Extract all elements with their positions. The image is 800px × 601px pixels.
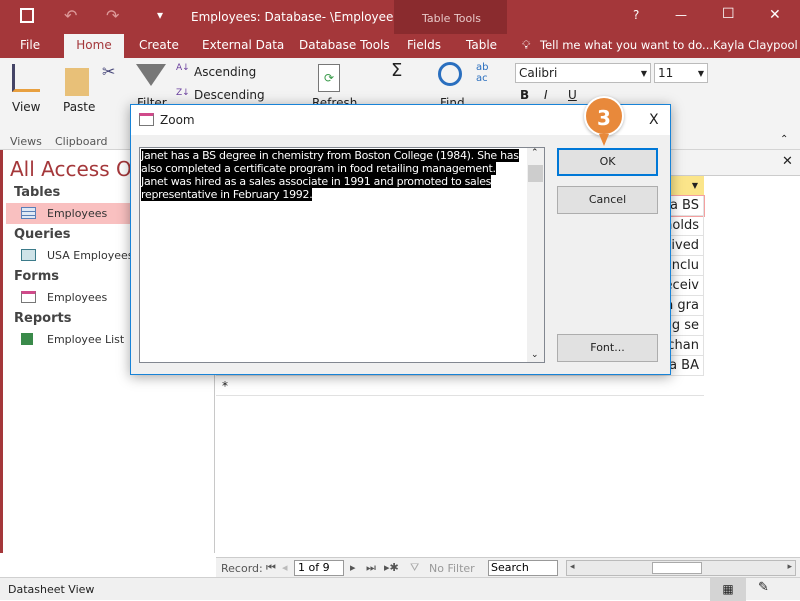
search-placeholder: Search bbox=[491, 561, 529, 574]
sort-ascending-icon: A↓ bbox=[176, 63, 190, 73]
font-button[interactable]: Font... bbox=[557, 334, 658, 362]
zoom-text-area[interactable]: Janet has a BS degree in chemistry from … bbox=[139, 147, 545, 363]
redo-icon[interactable]: ↷ bbox=[106, 6, 119, 25]
descending-button[interactable]: Descending bbox=[194, 88, 265, 102]
clipboard-group-label: Clipboard bbox=[55, 135, 108, 148]
zoom-dialog: Zoom X Janet has a BS degree in chemistr… bbox=[130, 104, 671, 375]
font-size-value: 11 bbox=[658, 66, 674, 80]
previous-record-button[interactable]: ◂ bbox=[282, 561, 288, 574]
tab-external-data[interactable]: External Data bbox=[202, 38, 284, 52]
sort-descending-icon: Z↓ bbox=[176, 88, 190, 98]
next-record-button[interactable]: ▸ bbox=[350, 561, 356, 574]
scroll-right-icon[interactable]: ▸ bbox=[787, 562, 792, 572]
hscroll-thumb[interactable] bbox=[652, 562, 702, 574]
help-button[interactable]: ? bbox=[633, 8, 639, 22]
nav-section-queries[interactable]: Queries bbox=[14, 227, 71, 242]
tab-home[interactable]: Home bbox=[64, 34, 124, 58]
collapse-ribbon-icon[interactable]: ⌃ bbox=[780, 134, 788, 145]
status-text: Datasheet View bbox=[8, 583, 95, 596]
underline-button[interactable]: U bbox=[568, 88, 577, 102]
form-icon bbox=[139, 113, 154, 126]
record-position: 1 of 9 bbox=[298, 561, 330, 574]
selected-text: Janet has a BS degree in chemistry from … bbox=[141, 149, 519, 201]
window-title: Employees: Database- \Employees... bbox=[191, 10, 412, 24]
step-callout-badge: 3 bbox=[584, 96, 624, 136]
nav-item-label: Employees bbox=[47, 207, 108, 220]
search-input[interactable]: Search bbox=[488, 560, 558, 576]
ascending-button[interactable]: Ascending bbox=[194, 65, 256, 79]
tab-file[interactable]: File bbox=[20, 38, 40, 52]
find-icon[interactable] bbox=[438, 62, 462, 86]
undo-icon[interactable]: ↶ bbox=[64, 6, 77, 25]
scroll-left-icon[interactable]: ◂ bbox=[570, 562, 575, 572]
new-record-button[interactable]: ▸✱ bbox=[384, 561, 399, 574]
horizontal-scrollbar[interactable]: ◂ ▸ bbox=[566, 560, 796, 576]
last-record-button[interactable]: ⏭︎ bbox=[366, 561, 376, 575]
no-filter-button[interactable]: No Filter bbox=[429, 562, 475, 575]
first-record-button[interactable]: ⏮︎ bbox=[266, 561, 276, 575]
table-icon bbox=[21, 207, 36, 219]
tab-table[interactable]: Table bbox=[466, 38, 497, 52]
form-icon bbox=[21, 291, 36, 303]
bold-button[interactable]: B bbox=[520, 88, 529, 102]
nav-section-reports[interactable]: Reports bbox=[14, 311, 71, 326]
cut-icon[interactable]: ✂ bbox=[102, 62, 115, 81]
new-record-row[interactable]: * bbox=[216, 376, 704, 396]
close-button[interactable]: ✕ bbox=[769, 7, 781, 23]
scroll-down-icon[interactable]: ⌄ bbox=[531, 350, 539, 360]
nav-item-label: USA Employees bbox=[47, 249, 134, 262]
replace-icon[interactable]: ab ac bbox=[476, 62, 488, 84]
new-record-indicator: * bbox=[222, 379, 228, 393]
italic-button[interactable]: I bbox=[544, 88, 548, 102]
maximize-button[interactable]: ☐ bbox=[722, 6, 735, 22]
close-document-icon[interactable]: ✕ bbox=[782, 154, 793, 169]
lightbulb-icon: 💡︎ bbox=[522, 38, 531, 52]
paste-button[interactable]: Paste bbox=[63, 100, 95, 114]
filter-icon[interactable] bbox=[136, 64, 166, 86]
totals-icon[interactable]: Σ bbox=[391, 60, 402, 81]
record-navigator: Record: ⏮︎ ◂ 1 of 9 ▸ ⏭︎ ▸✱ ⛛ No Filter … bbox=[216, 557, 800, 577]
report-icon bbox=[21, 333, 33, 345]
nav-section-tables[interactable]: Tables bbox=[14, 185, 60, 200]
minimize-button[interactable]: — bbox=[675, 8, 687, 22]
no-filter-icon: ⛛ bbox=[410, 561, 420, 574]
dialog-title: Zoom bbox=[160, 113, 195, 127]
paste-icon bbox=[65, 68, 89, 96]
nav-item-label: Employee List bbox=[47, 333, 125, 346]
callout-pointer bbox=[599, 134, 609, 146]
view-button[interactable]: View bbox=[12, 100, 40, 114]
customize-qat-icon[interactable]: ▾ bbox=[157, 8, 163, 22]
record-label: Record: bbox=[221, 562, 263, 575]
status-bar: Datasheet View ▦ ✎ bbox=[0, 577, 800, 601]
datasheet-view-button[interactable]: ▦ bbox=[710, 578, 746, 601]
ribbon-tabs: File Home Create External Data Database … bbox=[0, 34, 800, 58]
refresh-icon[interactable]: ⟳ bbox=[318, 64, 340, 92]
tab-create[interactable]: Create bbox=[139, 38, 179, 52]
user-name[interactable]: Kayla Claypool bbox=[713, 38, 798, 52]
save-icon[interactable] bbox=[20, 8, 34, 23]
view-icon bbox=[12, 64, 40, 92]
scrollbar-thumb[interactable] bbox=[528, 165, 543, 182]
views-group-label: Views bbox=[10, 135, 42, 148]
cancel-button[interactable]: Cancel bbox=[557, 186, 658, 214]
design-view-button[interactable]: ✎ bbox=[758, 580, 769, 595]
scroll-up-icon[interactable]: ⌃ bbox=[531, 148, 539, 158]
column-dropdown-icon[interactable]: ▼ bbox=[692, 181, 698, 190]
dialog-close-button[interactable]: X bbox=[649, 112, 659, 128]
query-icon bbox=[21, 249, 36, 261]
ok-button[interactable]: OK bbox=[557, 148, 658, 176]
current-record-field[interactable]: 1 of 9 bbox=[294, 560, 344, 576]
font-name-value: Calibri bbox=[519, 66, 558, 80]
context-tab-label: Table Tools bbox=[422, 12, 482, 25]
nav-section-forms[interactable]: Forms bbox=[14, 269, 59, 284]
font-name-select[interactable]: Calibri ▼ bbox=[515, 63, 651, 83]
tab-fields[interactable]: Fields bbox=[407, 38, 441, 52]
tab-database-tools[interactable]: Database Tools bbox=[299, 38, 390, 52]
vertical-scrollbar[interactable]: ⌃ ⌄ bbox=[527, 148, 544, 362]
tell-me-box[interactable]: Tell me what you want to do... bbox=[540, 38, 713, 52]
font-size-select[interactable]: 11 ▼ bbox=[654, 63, 708, 83]
nav-item-label: Employees bbox=[47, 291, 108, 304]
